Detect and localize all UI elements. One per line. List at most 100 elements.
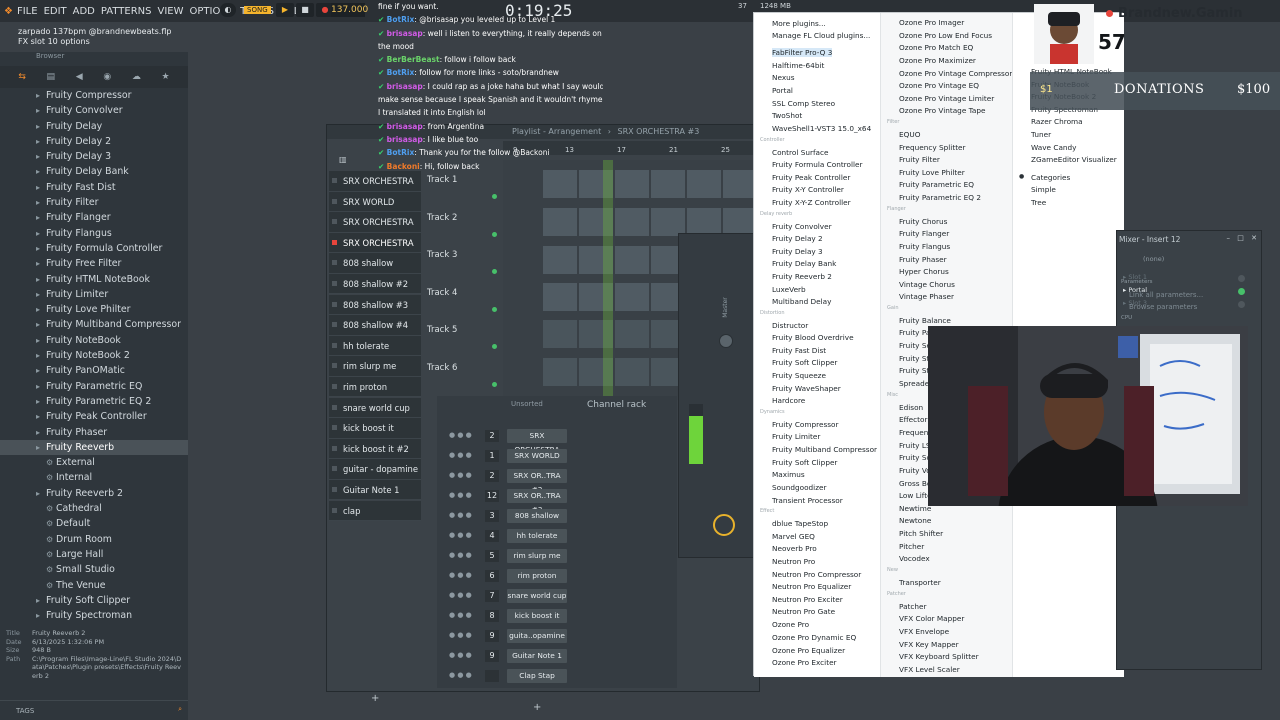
plugin-menu-item[interactable]: Ozone Pro Vintage Tape [899,106,985,115]
channel-row[interactable]: ● ● ● 9 Guitar Note 1 [437,646,677,666]
browser-plugin-folder[interactable]: ▸ Fruity Free Filter [0,256,188,271]
channel-mixer-track[interactable]: 2 [485,430,499,442]
plugin-menu-item[interactable]: dblue TapeStop [772,519,828,528]
pattern-item[interactable]: snare world cup [329,397,421,419]
volume-knob[interactable] [713,514,735,536]
channel-mixer-track[interactable] [485,670,499,682]
pattern-item[interactable]: 808 shallow [329,253,421,274]
plugin-menu-item[interactable]: Ozone Pro Low End Focus [899,31,992,40]
plugin-menu-item[interactable]: Newtime [899,504,931,513]
plugin-menu-item[interactable]: Halftime-64bit [772,61,824,70]
files-icon[interactable]: ▤ [47,72,56,82]
browser-plugin-folder[interactable]: ▸ Fruity Compressor [0,88,188,103]
channel-name-button[interactable]: guita..opamine [507,629,567,643]
channel-row[interactable]: ● ● ● 1 SRX WORLD [437,446,677,466]
plugin-menu-item[interactable]: Ozone Pro Dynamic EQ [772,633,856,642]
browser-plugin-folder[interactable]: ▸ Fruity Multiband Compressor [0,317,188,332]
plugin-menu-item[interactable]: Neutron Pro Compressor [772,570,861,579]
plugin-menu-item[interactable]: VFX Envelope [899,627,949,636]
plugin-menu-item[interactable]: LuxeVerb [772,285,806,294]
plugin-menu-item[interactable]: Fruity Multiband Compressor [772,445,877,454]
tags-bar[interactable]: TAGS ⌕ [0,700,188,720]
browser-preset-item[interactable]: ⚙ Large Hall [0,547,188,562]
pattern-clip[interactable] [687,208,721,236]
plugin-menu-item[interactable]: Fruity Convolver [772,222,832,231]
channel-mute-pan-volume-icons[interactable]: ● ● ● [449,491,483,501]
slot-enable-led[interactable] [1238,275,1245,282]
channel-name-button[interactable]: SRX WORLD [507,449,567,463]
browser-preset-item[interactable]: ⚙ Drum Room [0,532,188,547]
pattern-clip[interactable] [723,170,757,198]
channel-mixer-track[interactable]: 4 [485,530,499,542]
slot-menu-item[interactable]: Link all parameters... [1129,291,1203,299]
plugin-menu-item[interactable]: VFX Keyboard Splitter [899,652,979,661]
plugin-menu-item[interactable]: Neutron Pro Exciter [772,595,843,604]
plugin-menu-item[interactable]: Fruity Compressor [772,420,839,429]
browser-preset-item[interactable]: ⚙ Cathedral [0,501,188,516]
browser-plugin-folder[interactable]: ▸ Fruity Parametric EQ 2 [0,394,188,409]
plugin-menu-item[interactable]: Neutron Pro Equalizer [772,582,851,591]
picker-tab-icon[interactable]: ▥ [339,155,347,164]
plugin-menu-item[interactable]: Hardcore [772,396,805,405]
channel-row[interactable]: ● ● ●2 SRX OR..TRA #2 [437,466,677,494]
plugin-menu-item[interactable]: Transporter [899,578,941,587]
plugin-menu-item[interactable]: Fruity Balance [899,316,951,325]
pattern-item[interactable]: 808 shallow #3 [329,294,421,316]
plugin-menu-item[interactable]: VFX Key Mapper [899,640,959,649]
track-active-led[interactable] [492,269,497,274]
channel-mixer-track[interactable]: 2 [485,470,499,482]
track-active-led[interactable] [492,381,497,387]
plugin-menu-item[interactable]: Pitch Shifter [899,529,943,538]
pattern-clip[interactable] [543,283,577,311]
pattern-item[interactable]: clap [329,500,421,521]
plugin-menu-item[interactable]: Soundgoodizer [772,483,827,492]
pattern-item[interactable]: guitar - dopamine [329,459,421,480]
pattern-item[interactable]: Guitar Note 1 [329,479,421,501]
channel-row[interactable]: ● ● ●12 SRX OR..TRA #3 [437,486,677,514]
channel-mute-pan-volume-icons[interactable]: ● ● ● [449,531,483,541]
channel-name-button[interactable]: rim proton [507,569,567,583]
plugin-menu-item[interactable]: Fruity Fast Dist [772,346,826,355]
browser-plugin-folder[interactable]: ▸ Fruity Spectroman [0,608,188,622]
plugin-menu-item[interactable]: Fruity Parametric EQ 2 [899,193,981,202]
channel-mixer-track[interactable]: 6 [485,570,499,582]
channel-row[interactable]: ● ● ● 4 hh tolerate [437,526,677,546]
menu-patterns[interactable]: PATTERNS [99,6,154,17]
pattern-clip[interactable] [615,358,649,386]
pattern-clip[interactable] [543,208,577,236]
browser-preset-item[interactable]: ⚙ Default [0,516,188,531]
track-active-led[interactable] [492,344,497,349]
channel-mixer-track[interactable]: 5 [485,550,499,562]
menu-view[interactable]: VIEW [155,6,185,17]
plugin-menu-item[interactable]: Portal [772,86,793,95]
channel-mixer-track[interactable]: 8 [485,610,499,622]
menu-file[interactable]: FILE [15,6,40,17]
channel-mute-pan-volume-icons[interactable]: ● ● ● [449,471,483,481]
browser-plugin-folder[interactable]: ▸ Fruity Flanger [0,210,188,225]
search-icon[interactable]: ⌕ [178,705,182,714]
plugin-menu-item[interactable]: Fruity WaveShaper [772,384,841,393]
view-mode-option[interactable]: ● Categories [1019,173,1070,182]
channel-mixer-track[interactable]: 3 [485,510,499,522]
channel-mute-pan-volume-icons[interactable]: ● ● ● [449,551,483,561]
plugin-database-icon[interactable]: ◉ [103,72,111,82]
channel-row[interactable]: ● ● ● 5 rim slurp me [437,546,677,566]
pattern-clip[interactable] [543,358,577,386]
plugin-menu-item[interactable]: Fruity Delay 2 [772,234,823,243]
plugin-menu-item[interactable]: Fruity Filter [899,155,940,164]
plugin-menu-item[interactable]: Edison [899,403,923,412]
plugin-menu-item[interactable]: Marvel GEQ [772,532,815,541]
pattern-item[interactable]: hh tolerate [329,335,421,357]
playhead-marker[interactable] [603,160,613,400]
stop-icon[interactable]: ■ [296,3,314,17]
pattern-clip[interactable] [615,283,649,311]
maximize-icon[interactable]: □ [1237,234,1244,242]
channel-row[interactable]: ● ● ● 6 rim proton [437,566,677,586]
pattern-item[interactable]: kick boost it #2 [329,438,421,460]
channel-name-button[interactable]: SRX OR..TRA #2 [507,469,567,494]
pattern-item[interactable]: kick boost it [329,418,421,439]
browser-preset-item[interactable]: ⚙ External [0,455,188,470]
view-mode-option[interactable]: Simple [1031,185,1056,194]
cloud-icon[interactable]: ☁ [132,72,141,82]
pattern-item[interactable]: rim slurp me [329,356,421,377]
